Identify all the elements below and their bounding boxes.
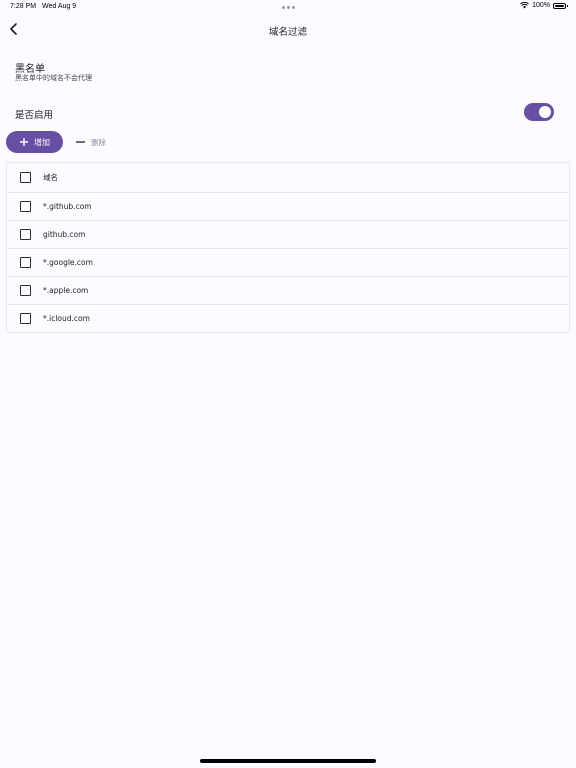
section-subtitle: 黑名单中的域名不会代理 [15,74,92,82]
row-checkbox[interactable] [20,285,31,296]
home-indicator[interactable] [200,759,376,763]
page-title: 域名过滤 [268,27,307,38]
row-checkbox[interactable] [20,313,31,324]
app-bar: 域名过滤 [0,16,576,44]
domain-cell: github.com [43,230,86,239]
status-right: 100% [520,2,568,9]
add-button-label: 增加 [34,137,50,147]
table-row[interactable]: *.icloud.com [7,305,569,332]
toggle-knob [539,106,551,118]
delete-button[interactable]: 删除 [76,136,106,148]
domain-cell: *.github.com [43,202,92,211]
delete-button-label: 删除 [91,137,106,147]
table-row[interactable]: github.com [7,221,569,249]
table-row[interactable]: *.github.com [7,193,569,221]
status-date: Wed Aug 9 [42,3,77,10]
select-all-checkbox[interactable] [20,172,31,183]
row-checkbox[interactable] [20,229,31,240]
add-button[interactable]: 增加 [6,131,63,153]
status-time: 7:28 PM [10,3,37,10]
row-checkbox[interactable] [20,201,31,212]
battery-icon [553,2,568,9]
enable-label: 是否启用 [15,110,54,121]
multitasking-dots-icon[interactable] [282,6,295,9]
table-row[interactable]: *.google.com [7,249,569,277]
battery-percent: 100% [532,2,550,9]
table-header-row: 域名 [7,163,569,193]
table-row[interactable]: *.apple.com [7,277,569,305]
enable-toggle[interactable] [524,103,554,121]
domain-cell: *.apple.com [43,286,89,295]
domain-table: 域名 *.github.com github.com *.google.com … [6,162,570,333]
plus-icon [20,138,28,146]
minus-icon [76,141,85,143]
status-bar: 7:28 PM Wed Aug 9 100% [0,0,576,16]
domain-cell: *.icloud.com [43,314,90,323]
enable-row: 是否启用 [15,103,554,122]
column-header-domain: 域名 [43,173,58,182]
domain-cell: *.google.com [43,258,93,267]
wifi-icon [520,2,529,9]
row-checkbox[interactable] [20,257,31,268]
